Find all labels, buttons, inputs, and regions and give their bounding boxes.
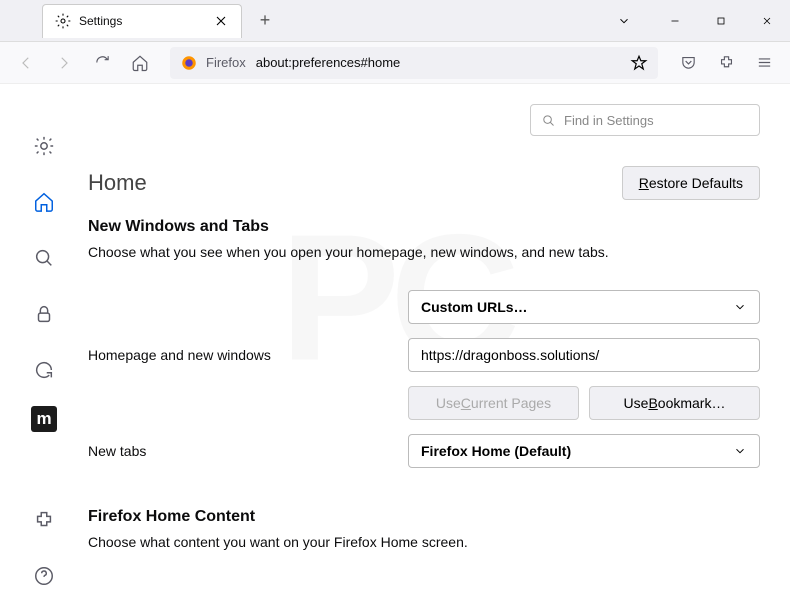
tab-label: Settings [79, 14, 213, 28]
reload-button[interactable] [86, 47, 118, 79]
forward-button[interactable] [48, 47, 80, 79]
sidebar-item-general[interactable] [24, 126, 64, 166]
url-prefix: Firefox [206, 55, 246, 70]
select-label: Custom URLs… [421, 299, 733, 315]
sidebar-item-search[interactable] [24, 238, 64, 278]
newtabs-label: New tabs [88, 443, 408, 459]
home-button[interactable] [124, 47, 156, 79]
use-bookmark-button[interactable]: Use Bookmark… [589, 386, 760, 420]
toolbar: Firefox about:preferences#home [0, 42, 790, 84]
sidebar-item-more[interactable]: m [31, 406, 57, 432]
homepage-mode-select[interactable]: Custom URLs… [408, 290, 760, 324]
url-bar[interactable]: Firefox about:preferences#home [170, 47, 658, 79]
firefox-logo-icon [180, 54, 198, 72]
sidebar-item-privacy[interactable] [24, 294, 64, 334]
section-title-new-windows: New Windows and Tabs [88, 218, 760, 236]
tabs-dropdown-icon[interactable] [606, 14, 642, 28]
main-pane: Find in Settings Home Restore Defaults N… [88, 84, 790, 596]
bookmark-star-icon[interactable] [630, 54, 648, 72]
url-text: about:preferences#home [256, 55, 630, 70]
select-label: Firefox Home (Default) [421, 443, 733, 459]
back-button[interactable] [10, 47, 42, 79]
new-tab-button[interactable]: + [250, 10, 280, 31]
newtabs-mode-select[interactable]: Firefox Home (Default) [408, 434, 760, 468]
section-desc-new-windows: Choose what you see when you open your h… [88, 244, 760, 260]
close-icon[interactable] [213, 13, 229, 29]
sidebar-item-home[interactable] [24, 182, 64, 222]
chevron-down-icon [733, 300, 747, 314]
homepage-url-input[interactable] [408, 338, 760, 372]
sidebar: m [0, 84, 88, 596]
gear-icon [55, 13, 71, 29]
sidebar-item-sync[interactable] [24, 350, 64, 390]
maximize-button[interactable] [698, 0, 744, 42]
menu-button[interactable] [748, 47, 780, 79]
find-in-settings-input[interactable]: Find in Settings [530, 104, 760, 136]
extensions-button[interactable] [710, 47, 742, 79]
minimize-button[interactable] [652, 0, 698, 42]
chevron-down-icon [733, 444, 747, 458]
use-current-pages-button[interactable]: Use Current Pages [408, 386, 579, 420]
page-title: Home [88, 170, 147, 196]
content: m Find in Settings Home Restore Defaults… [0, 84, 790, 596]
sidebar-item-help[interactable] [24, 556, 64, 596]
section-title-home-content: Firefox Home Content [88, 508, 760, 526]
sidebar-item-extensions[interactable] [24, 500, 64, 540]
homepage-label: Homepage and new windows [88, 347, 408, 363]
restore-defaults-button[interactable]: Restore Defaults [622, 166, 760, 200]
close-window-button[interactable] [744, 0, 790, 42]
browser-tab[interactable]: Settings [42, 4, 242, 38]
section-desc-home-content: Choose what content you want on your Fir… [88, 534, 760, 550]
titlebar: Settings + [0, 0, 790, 42]
pocket-button[interactable] [672, 47, 704, 79]
find-placeholder: Find in Settings [564, 113, 654, 128]
